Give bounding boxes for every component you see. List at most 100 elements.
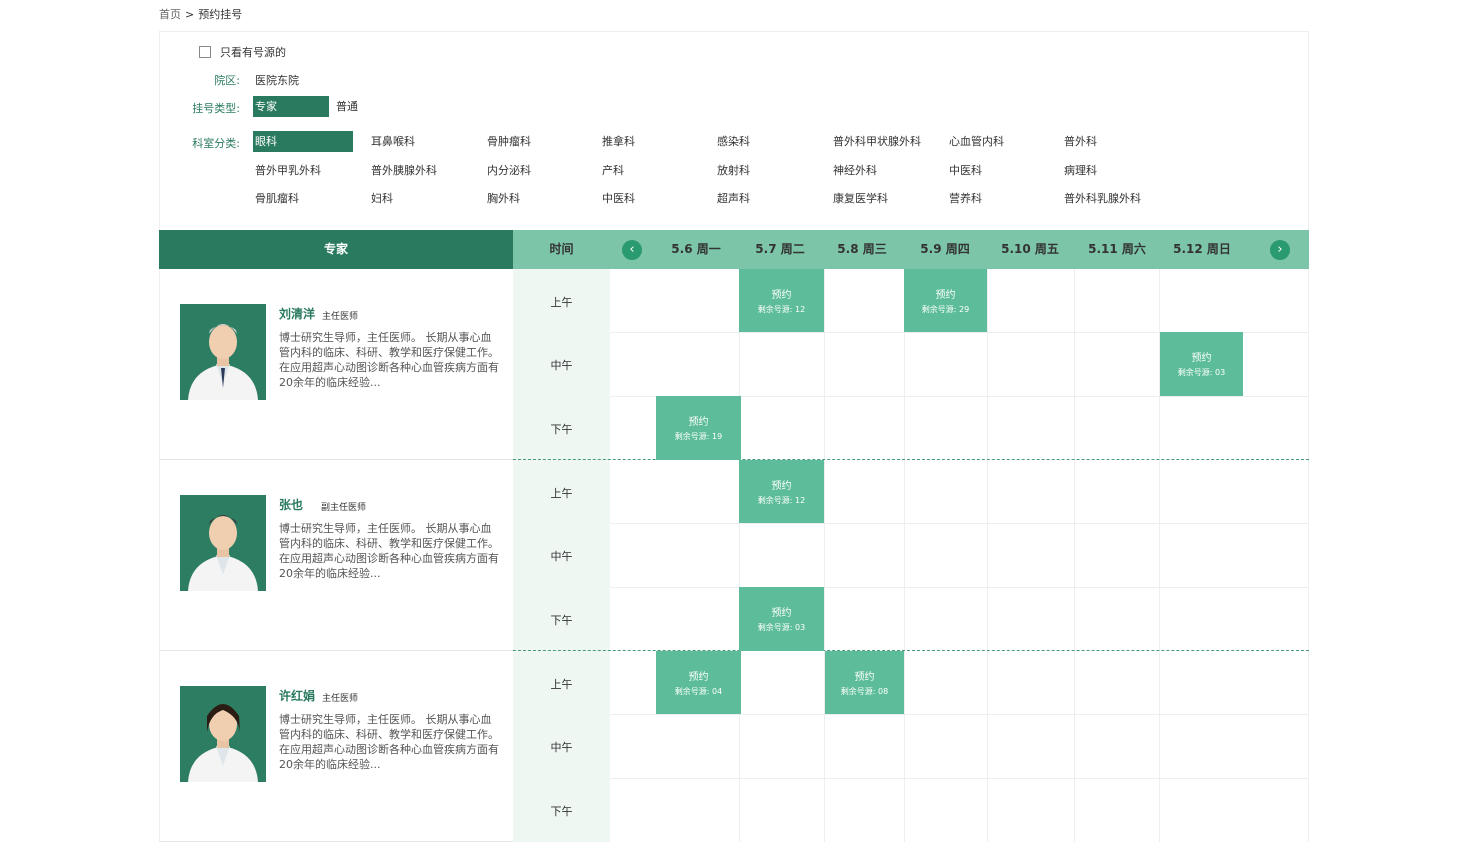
time-column: 上午 中午 下午 [513, 460, 610, 651]
slot-label: 中午 [550, 550, 573, 563]
remaining-count: 剩余号源: 03 [1177, 368, 1226, 377]
doctor-description: 博士研究生导师，主任医师。 长期从事心血管内科的临床、科研、教学和医疗保健工作。… [279, 713, 499, 771]
book-button[interactable]: 预约剩余号源: 08 [825, 651, 904, 714]
only-available-row[interactable]: 只看有号源的 [199, 44, 286, 60]
slot-label: 下午 [550, 805, 573, 818]
grid-divider [1074, 269, 1075, 460]
dept-item[interactable]: 胸外科 [485, 188, 520, 209]
prev-week-icon[interactable]: ‹ [622, 240, 642, 260]
breadcrumb-home-link[interactable]: 首页 [159, 8, 181, 21]
book-label: 预约 [771, 608, 792, 619]
remaining-count: 剩余号源: 12 [757, 496, 806, 505]
slot-label: 上午 [550, 677, 573, 691]
doctor-description: 博士研究生导师，主任医师。 长期从事心血管内科的临床、科研、教学和医疗保健工作。… [279, 331, 499, 389]
book-button[interactable]: 预约 剩余号源: 12 [739, 460, 824, 523]
remaining-count: 剩余号源: 08 [840, 687, 889, 696]
grid-divider [1159, 651, 1160, 842]
time-column: 上午 中午 下午 [513, 651, 610, 842]
grid-divider [1308, 269, 1309, 460]
doctor-title: 主任医师 [322, 312, 359, 322]
dept-item[interactable]: 耳鼻喉科 [369, 131, 415, 152]
grid-divider [1308, 651, 1309, 842]
doctor-row: 张也 副主任医师 博士研究生导师，主任医师。 长期从事心血管内科的临床、科研、教学和… [159, 460, 1309, 651]
grid-divider [610, 587, 1309, 588]
dept-item[interactable]: 推拿科 [600, 131, 635, 152]
book-label: 预约 [935, 290, 956, 301]
slot-label: 上午 [550, 295, 573, 309]
type-expert-button[interactable]: 专家 [253, 96, 329, 117]
campus-value[interactable]: 医院东院 [255, 72, 299, 88]
remaining-count: 剩余号源: 19 [674, 432, 723, 441]
doctor-name[interactable]: 刘清洋 [279, 305, 315, 322]
date-header: 5.9 周四 [920, 242, 970, 256]
dept-item[interactable]: 骨肿瘤科 [485, 131, 531, 152]
type-label: 挂号类型: [192, 102, 240, 115]
doctor-name[interactable]: 许红娟 [279, 687, 315, 704]
grid-divider [610, 714, 1309, 715]
doctor-row: 许红娟 主任医师博士研究生导师，主任医师。 长期从事心血管内科的临床、科研、教学和… [159, 651, 1309, 842]
slot-label: 下午 [550, 614, 573, 627]
dept-item[interactable]: 产科 [600, 160, 624, 181]
grid-divider [987, 460, 988, 651]
doctor-avatar [180, 304, 266, 400]
only-available-checkbox[interactable] [199, 46, 211, 58]
dept-item[interactable]: 普外科乳腺外科 [1062, 188, 1141, 209]
book-button[interactable]: 预约 剩余号源: 03 [739, 587, 824, 651]
doctor-title: 主任医师 [322, 694, 359, 704]
breadcrumb-current: 预约挂号 [198, 8, 243, 21]
type-normal-button[interactable]: 普通 [334, 96, 358, 117]
dept-item[interactable]: 内分泌科 [485, 160, 531, 181]
doctor-info: 刘清洋 主任医师博士研究生导师，主任医师。 长期从事心血管内科的临床、科研、教学和… [159, 269, 513, 460]
dept-item[interactable]: 病理科 [1062, 160, 1097, 181]
only-available-label: 只看有号源的 [220, 46, 286, 59]
date-header: 5.6 周一 [671, 242, 721, 256]
grid-divider [824, 269, 825, 460]
book-label: 预约 [854, 672, 875, 683]
dept-item[interactable]: 普外科 [1062, 131, 1097, 152]
dept-item[interactable]: 感染科 [715, 131, 750, 152]
dept-item[interactable]: 妇科 [369, 188, 393, 209]
dept-item[interactable]: 骨肌瘤科 [253, 188, 299, 209]
doctor-row: 刘清洋 主任医师博士研究生导师，主任医师。 长期从事心血管内科的临床、科研、教学和… [159, 269, 1309, 460]
breadcrumb: 首页 > 预约挂号 [159, 6, 242, 22]
book-button[interactable]: 预约 剩余号源: 04 [656, 651, 741, 714]
dept-item[interactable]: 普外甲乳外科 [253, 160, 321, 181]
grid-divider [610, 778, 1309, 779]
dept-item[interactable]: 普外胰腺外科 [369, 160, 437, 181]
book-button[interactable]: 预约 剩余号源: 03 [1160, 332, 1243, 396]
dept-item[interactable]: 放射科 [715, 160, 750, 181]
schedule-header: 专家 时间 ‹ 5.6 周一 5.7 周二 5.8 周三 5.9 周四 5.10 周五 5… [159, 230, 1309, 269]
date-header: 5.7 周二 [755, 242, 805, 256]
dept-item[interactable]: 中医科 [600, 188, 635, 209]
date-header: 5.10 周五 [1001, 242, 1059, 256]
dept-item[interactable]: 中医科 [947, 160, 982, 181]
campus-label: 院区: [214, 74, 240, 87]
dept-item[interactable]: 神经外科 [831, 160, 877, 181]
doctor-description: 博士研究生导师，主任医师。 长期从事心血管内科的临床、科研、教学和医疗保健工作。… [279, 522, 499, 580]
book-button[interactable]: 预约 剩余号源: 12 [739, 269, 824, 332]
grid-divider [987, 651, 988, 842]
dept-item[interactable]: 眼科 [253, 131, 353, 152]
dept-item[interactable]: 普外科甲状腺外科 [831, 131, 921, 152]
doctor-name[interactable]: 张也 [279, 496, 303, 513]
slot-label: 中午 [550, 359, 573, 372]
grid-divider [1308, 460, 1309, 651]
doctor-avatar [180, 686, 266, 782]
slot-label: 中午 [550, 741, 573, 754]
remaining-count: 剩余号源: 29 [921, 305, 970, 314]
next-week-icon[interactable]: › [1270, 240, 1290, 260]
remaining-count: 剩余号源: 04 [674, 687, 723, 696]
schedule-table: 专家 时间 ‹ 5.6 周一 5.7 周二 5.8 周三 5.9 周四 5.10 周五 5… [159, 230, 1309, 842]
dept-item[interactable]: 超声科 [715, 188, 750, 209]
grid-divider [904, 651, 905, 842]
book-button[interactable]: 预约剩余号源: 29 [904, 269, 987, 332]
dept-item[interactable]: 营养科 [947, 188, 982, 209]
date-header: 5.12 周日 [1173, 242, 1231, 256]
date-header: 5.8 周三 [837, 242, 887, 256]
time-column: 上午 中午 下午 [513, 269, 610, 460]
dept-item[interactable]: 康复医学科 [831, 188, 888, 209]
book-button[interactable]: 预约 剩余号源: 19 [656, 396, 741, 460]
dept-item[interactable]: 心血管内科 [947, 131, 1004, 152]
grid-divider [987, 269, 988, 460]
date-header: 5.11 周六 [1088, 242, 1146, 256]
